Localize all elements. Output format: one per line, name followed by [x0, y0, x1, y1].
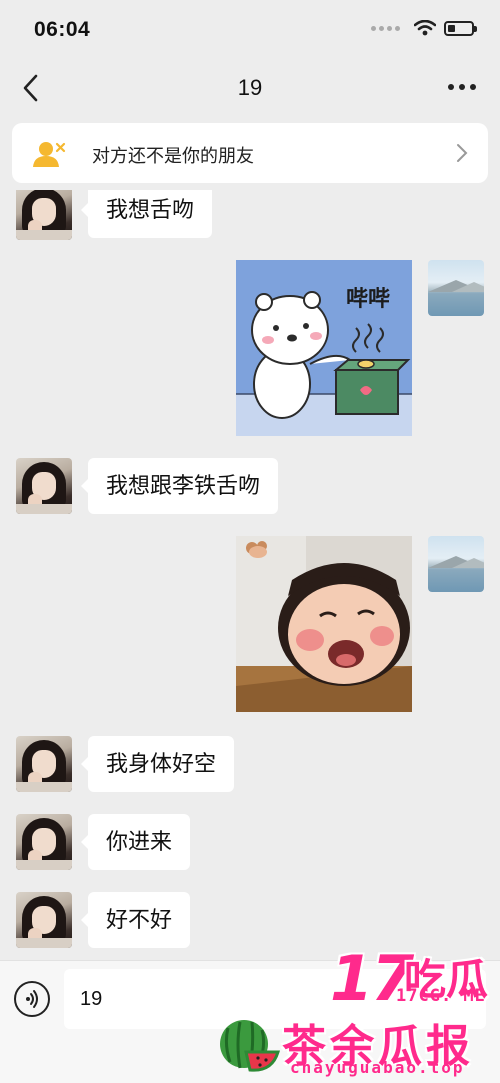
signal-icon	[371, 25, 400, 31]
watermelon-logo-icon	[220, 1020, 280, 1072]
baby-sticker-image	[236, 536, 412, 712]
message-bubble[interactable]: 我身体好空	[80, 736, 235, 792]
nav-bar: 19	[0, 58, 500, 118]
sticker-caption: 哔哔	[346, 287, 390, 312]
contact-avatar[interactable]	[16, 814, 72, 870]
more-button[interactable]	[446, 76, 478, 98]
my-avatar[interactable]	[428, 536, 484, 592]
voice-icon	[26, 990, 38, 1008]
contact-avatar[interactable]	[16, 892, 72, 948]
more-dots-icon	[448, 84, 454, 90]
not-friend-text: 对方还不是你的朋友	[92, 146, 254, 166]
battery-icon	[444, 20, 477, 36]
battery-level	[448, 24, 455, 32]
contact-avatar[interactable]	[16, 458, 72, 514]
message-bubble[interactable]: 好不好	[80, 892, 191, 948]
bear-sticker-image: 哔哔	[236, 260, 412, 436]
watermark-domain: 17CG. ME	[396, 986, 486, 1006]
chat-title: 19	[237, 75, 263, 100]
contact-avatar[interactable]	[16, 736, 72, 792]
watermark-url: chayuguabao.top	[290, 1058, 465, 1077]
contact-avatar[interactable]	[16, 190, 72, 240]
message-bubble[interactable]: 我想跟李铁舌吻	[80, 458, 279, 514]
status-time: 06:04	[34, 18, 91, 41]
status-icons	[371, 20, 477, 36]
chevron-right-icon	[457, 144, 468, 162]
status-bar: 06:04	[0, 0, 500, 58]
voice-button[interactable]	[14, 981, 50, 1017]
chat-messages: 我想舌吻 哔哔 我想跟李铁舌吻 我身体好空 你进来 好不好	[0, 190, 500, 960]
sticker-bear[interactable]: 哔哔	[236, 260, 412, 436]
message-bubble[interactable]: 我想舌吻	[80, 190, 213, 238]
not-friend-banner[interactable]: 对方还不是你的朋友	[12, 123, 488, 183]
wifi-icon	[414, 20, 436, 36]
add-friend-icon	[33, 142, 66, 167]
sticker-baby[interactable]	[236, 536, 412, 712]
message-bubble[interactable]: 你进来	[80, 814, 191, 870]
my-avatar[interactable]	[428, 260, 484, 316]
